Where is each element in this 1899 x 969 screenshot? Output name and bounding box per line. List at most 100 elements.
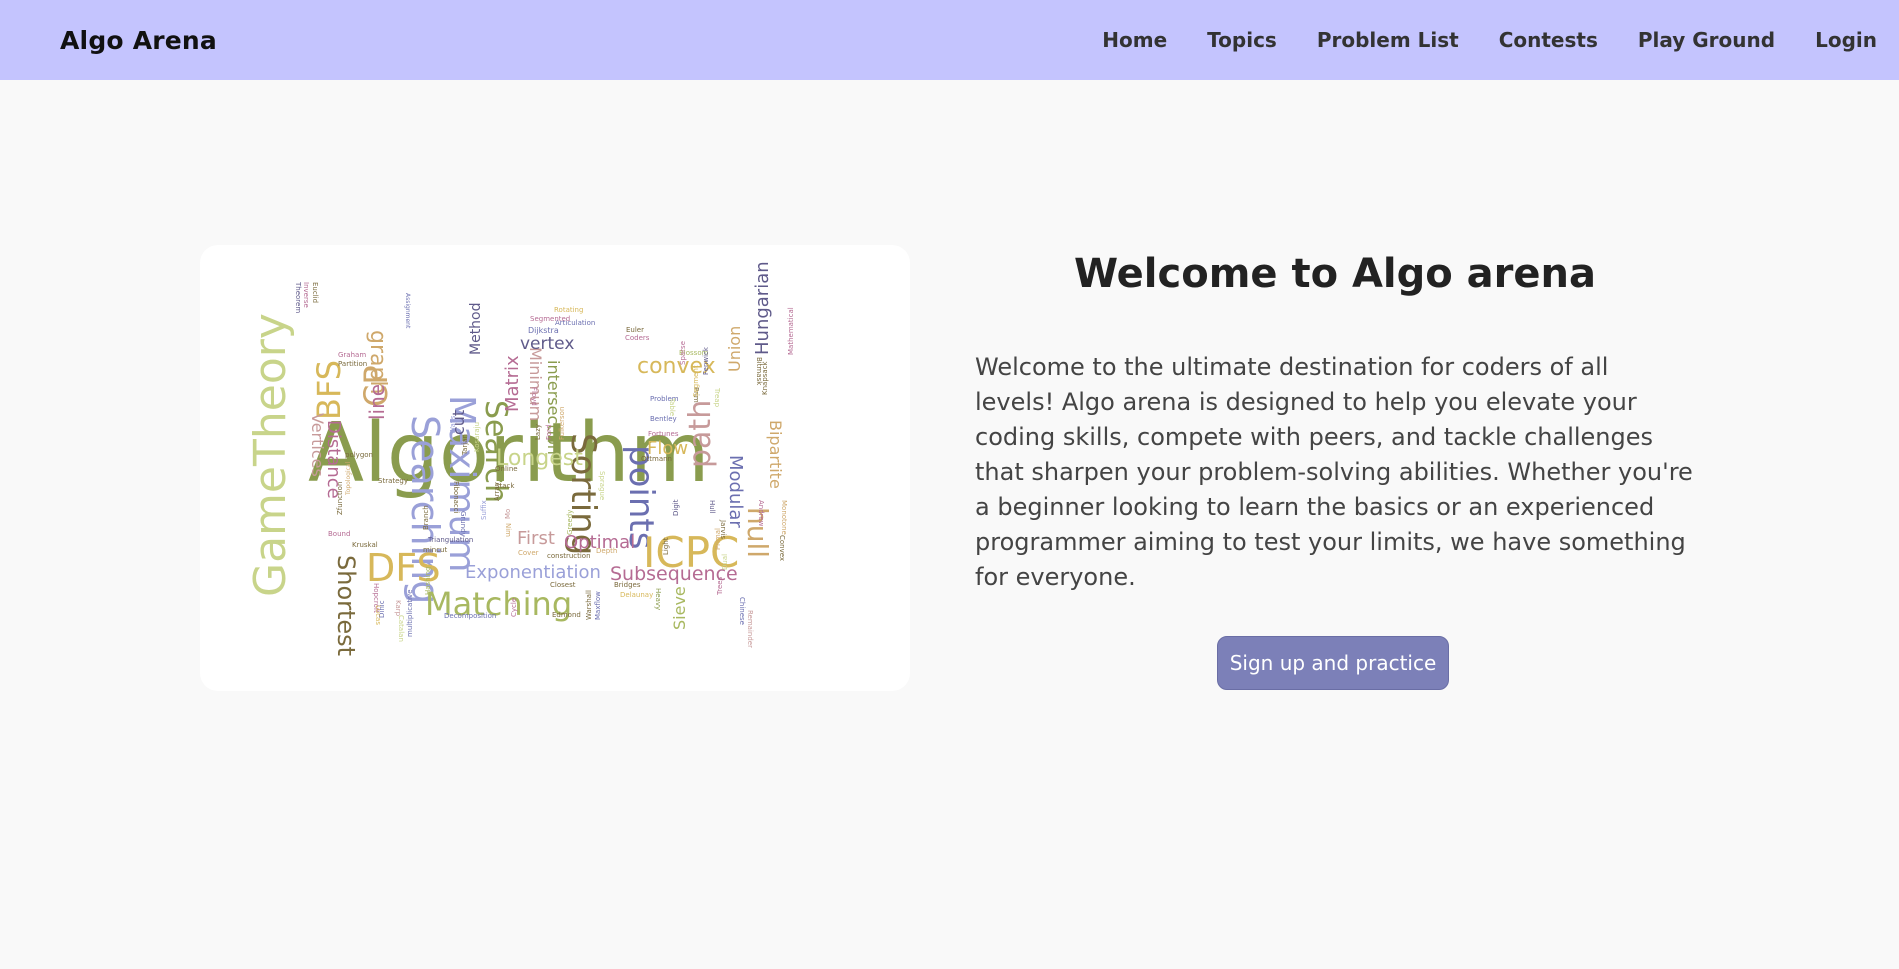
word-cloud-word: Mo [504,509,512,519]
word-cloud-word: Hungarian [752,261,773,355]
word-cloud-word: Chinese [738,597,746,625]
nav-problem-list-link[interactable]: Problem List [1317,28,1459,52]
word-cloud-word: Suffix [480,500,488,520]
word-cloud-word: Sprague [598,471,606,500]
word-cloud-word: Sparse [679,341,687,365]
word-cloud-word: Remainder [746,610,754,648]
word-cloud-word: Hashing [424,567,432,595]
word-cloud-word: Euclid [311,282,319,303]
word-cloud-card: Algorithm GameTheory Searching Maximum Searc… [200,245,910,691]
word-cloud-word: Andrew [757,500,765,527]
word-cloud-word: Warshall [585,590,593,620]
word-cloud-word: Floyd [530,387,538,406]
word-cloud-word: Shortest [332,555,360,656]
word-cloud-word: Fortunes [648,430,679,438]
word-cloud-word: Decomposition [444,612,496,620]
word-cloud-word: Maxflow [594,591,602,620]
word-cloud-word: Zfunction [336,482,344,515]
word-cloud-word: polygon [345,451,373,459]
word-cloud-word: line [365,384,389,420]
word-cloud-word: Vertices [308,413,327,477]
word-cloud-word: Online [495,465,518,473]
word-cloud-word: Delaunay [620,591,653,599]
hero-title: Welcome to Algo arena [1073,251,1596,297]
word-cloud-word: Sieve [670,586,689,630]
nav-login-link[interactable]: Login [1815,28,1877,52]
word-cloud-word: BFS [310,360,348,420]
word-cloud-word: Greedy [566,510,574,535]
word-cloud-word: Lucas [374,605,382,625]
word-cloud-word: Heavy [654,588,662,610]
nav-contests-link[interactable]: Contests [1499,28,1598,52]
word-cloud-word: Bridges [614,581,641,589]
word-cloud-word: Branch [422,505,430,530]
word-cloud-word: Bipartite [766,420,785,489]
word-cloud-word: GameTheory [245,313,296,597]
nav-links: Home Topics Problem List Contests Play G… [1062,28,1877,52]
nav-playground-link[interactable]: Play Ground [1638,28,1775,52]
word-cloud-word: Dual [721,554,729,570]
word-cloud-word: Nim [504,523,512,537]
word-cloud-word: Triangulation [427,536,473,544]
word-cloud-word: Method [468,302,484,355]
word-cloud-word: Partition [338,360,367,368]
word-cloud-word: Convex [778,535,786,561]
word-cloud-word: Strategy [378,477,408,485]
nav-home-link[interactable]: Home [1102,28,1167,52]
hero-description: Welcome to the ultimate destination for … [975,353,1693,591]
word-cloud-word: Bitmask [755,357,763,386]
word-cloud-word: Mathematical [787,307,795,355]
word-cloud-word: Segment [692,365,700,397]
word-cloud-word: Catalan [397,615,405,642]
word-cloud-word: Ford [545,425,553,440]
word-cloud-word: Table [668,397,676,416]
word-cloud-word: Tarjan [461,434,469,456]
word-cloud-word: path [683,400,718,468]
word-cloud-word: Assignment [404,293,411,329]
word-cloud-word: Monotone [780,500,788,535]
word-cloud-word: Inverse [302,282,310,308]
word-cloud-word: Minimum [526,347,545,421]
word-cloud-word: Closest [550,581,576,589]
word-cloud-word: Cover [518,549,539,557]
word-cloud-word: Bound [328,530,350,538]
word-cloud-word: Digit [672,499,680,516]
word-cloud-word: Fibonacci [452,481,460,514]
word-cloud-word: Coders [625,334,650,342]
word-cloud-word: mincut [423,546,447,554]
word-cloud-word: Light [662,537,670,555]
signup-practice-button[interactable]: Sign up and practice [1217,636,1449,690]
word-cloud-word: Theorem [294,281,302,313]
nav-topics-link[interactable]: Topics [1207,28,1277,52]
word-cloud-word: Dijkstra [528,326,559,335]
word-cloud-word: Array [493,482,501,501]
word-cloud-word: First [517,528,555,549]
word-cloud-word: Edmond [552,611,581,619]
word-cloud-word: Trees [716,576,724,596]
word-cloud-word: Kosaraju [473,422,481,452]
word-cloud-word: Lazy [534,424,542,440]
word-cloud-word: Ways [449,415,457,434]
word-cloud-word: Jarvis [719,519,727,539]
word-cloud-word: Topological [345,461,352,496]
word-cloud-image: AlgorithmGameTheory SearchingMaximumSearc… [245,261,795,656]
word-cloud-word: Exponentiation [465,562,601,583]
word-cloud-word: vertex [520,334,574,354]
word-cloud-word: multiplicative [406,590,414,638]
word-cloud-word: Ottmann [641,455,672,463]
word-cloud-word: Treap [713,387,721,408]
word-cloud-word: Grundy [459,511,467,537]
word-cloud-word: Segmented [530,315,570,323]
word-cloud-word: construction [547,552,591,560]
word-cloud-word: Bentley [650,415,677,423]
word-cloud-word: Union [725,326,744,372]
top-navbar: Algo Arena Home Topics Problem List Cont… [0,0,1899,80]
word-cloud-word: Hull [708,500,716,514]
word-cloud-word: Rotating [554,306,583,314]
word-cloud-word: Fulkerson [558,407,566,440]
word-cloud-word: Depth [596,547,617,555]
word-cloud-word: Cycle [510,598,518,617]
word-cloud-word: Modular [725,455,746,528]
word-cloud-word: Kruskal [352,541,378,549]
brand-logo-text[interactable]: Algo Arena [60,26,217,55]
